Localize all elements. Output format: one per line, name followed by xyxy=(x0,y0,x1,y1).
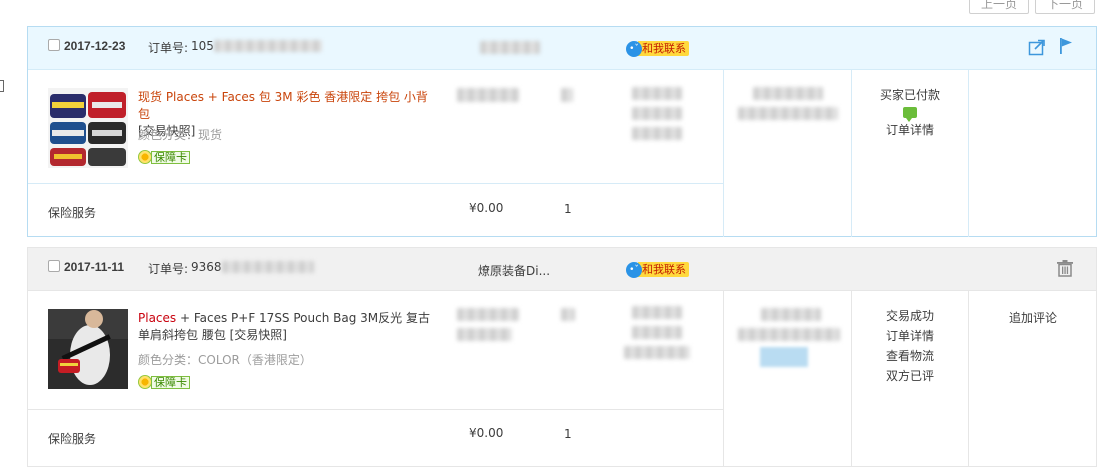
shipping-redacted xyxy=(738,328,840,341)
order-detail-link[interactable]: 订单详情 xyxy=(852,326,968,346)
payment-redacted xyxy=(760,347,808,367)
order-date: 2017-12-23 xyxy=(64,39,126,53)
order-status: 买家已付款 订单详情 xyxy=(852,85,968,140)
guarantee-badge-label: 保障卡 xyxy=(151,150,190,164)
order-header: 2017-12-23 订单号: 105 •ˇ 和我联系 xyxy=(28,27,1096,70)
guarantee-badge-label: 保障卡 xyxy=(151,375,190,389)
guarantee-flower-icon xyxy=(138,150,152,164)
order-header: 2017-11-11 订单号: 9368 燎原装备Di... •ˇ 和我联系 xyxy=(28,248,1096,291)
after-sale-redacted xyxy=(632,127,682,140)
product-title-link[interactable]: 现货 Places + Faces 包 3M 彩色 香港限定 挎包 小背包 xyxy=(138,90,428,121)
after-sale-redacted xyxy=(632,107,682,120)
guarantee-badge[interactable]: 保障卡 xyxy=(138,150,190,164)
flag-icon[interactable] xyxy=(1058,37,1074,55)
product-title[interactable]: Places + Faces P+F 17SS Pouch Bag 3M反光 复… xyxy=(138,310,438,344)
view-logistics-link[interactable]: 查看物流 xyxy=(852,346,968,366)
prev-page-button[interactable]: 上一页 xyxy=(969,0,1029,14)
after-sale-redacted xyxy=(632,326,682,339)
share-icon[interactable] xyxy=(1028,38,1046,56)
order-number-label: 订单号: xyxy=(148,262,189,276)
contact-seller-button[interactable]: •ˇ 和我联系 xyxy=(626,261,689,278)
order-number-redacted xyxy=(214,40,322,52)
after-sale-redacted xyxy=(632,306,682,319)
original-price-redacted xyxy=(457,328,512,341)
contact-seller-button[interactable]: •ˇ 和我联系 xyxy=(626,40,689,57)
shop-name-redacted xyxy=(480,41,540,54)
guarantee-flower-icon xyxy=(138,375,152,389)
total-price-redacted xyxy=(761,308,821,321)
insurance-price: ¥0.00 xyxy=(469,426,504,440)
insurance-qty: 1 xyxy=(564,202,572,216)
column-divider xyxy=(723,70,724,237)
message-icon[interactable] xyxy=(903,107,917,122)
order-number-label: 订单号: xyxy=(148,41,189,55)
product-title-highlight[interactable]: Places xyxy=(138,311,176,325)
insurance-service: 保险服务 xyxy=(48,206,97,220)
order-detail-link[interactable]: 订单详情 xyxy=(852,120,968,140)
order-checkbox[interactable] xyxy=(48,39,60,51)
order-date: 2017-11-11 xyxy=(64,260,125,274)
product-title-link[interactable]: + Faces P+F 17SS Pouch Bag 3M反光 复古单肩斜挎包 … xyxy=(138,311,430,342)
after-sale-redacted xyxy=(624,346,690,359)
after-sale-redacted xyxy=(632,87,682,100)
next-page-button[interactable]: 下一页 xyxy=(1035,0,1095,14)
unit-price-redacted xyxy=(457,88,519,102)
chat-bubble-icon: •ˇ xyxy=(626,40,642,57)
contact-label: 和我联系 xyxy=(638,262,689,277)
contact-label: 和我联系 xyxy=(638,41,689,56)
both-reviewed-text: 双方已评 xyxy=(885,369,934,383)
order-number-prefix: 105 xyxy=(191,39,214,53)
add-review-button[interactable]: 追加评论 xyxy=(969,309,1097,326)
insurance-price: ¥0.00 xyxy=(469,201,504,215)
row-divider xyxy=(28,183,723,184)
order-card: 2017-11-11 订单号: 9368 燎原装备Di... •ˇ 和我联系 P… xyxy=(27,247,1097,467)
quantity-redacted xyxy=(561,88,573,102)
order-card: 2017-12-23 订单号: 105 •ˇ 和我联系 现货 Places + … xyxy=(27,26,1097,237)
quantity-redacted xyxy=(561,308,575,321)
order-checkbox[interactable] xyxy=(48,260,60,272)
product-thumbnail[interactable] xyxy=(48,88,128,168)
unit-price-redacted xyxy=(457,308,519,321)
status-text: 买家已付款 xyxy=(879,88,940,102)
pager: 上一页 下一页 xyxy=(969,0,1095,14)
trash-icon[interactable] xyxy=(1056,259,1074,277)
guarantee-badge[interactable]: 保障卡 xyxy=(138,375,190,389)
shop-name-link[interactable]: 燎原装备Di... xyxy=(478,262,550,279)
insurance-service: 保险服务 xyxy=(48,432,97,446)
order-number-redacted xyxy=(222,261,314,273)
product-thumbnail[interactable] xyxy=(48,309,128,389)
left-edge-mark xyxy=(0,80,4,92)
order-status: 交易成功 订单详情 查看物流 双方已评 xyxy=(852,306,968,386)
status-text: 交易成功 xyxy=(885,309,934,323)
color-category: 颜色分类：现货 xyxy=(138,128,223,142)
column-divider xyxy=(723,291,724,467)
row-divider xyxy=(28,409,723,410)
column-divider xyxy=(968,70,969,237)
insurance-qty: 1 xyxy=(564,427,572,441)
color-category: 颜色分类：COLOR（香港限定） xyxy=(138,353,312,367)
order-number-prefix: 9368 xyxy=(191,260,222,274)
chat-bubble-icon: •ˇ xyxy=(626,261,642,278)
shipping-redacted xyxy=(738,107,838,120)
total-price-redacted xyxy=(753,87,823,100)
